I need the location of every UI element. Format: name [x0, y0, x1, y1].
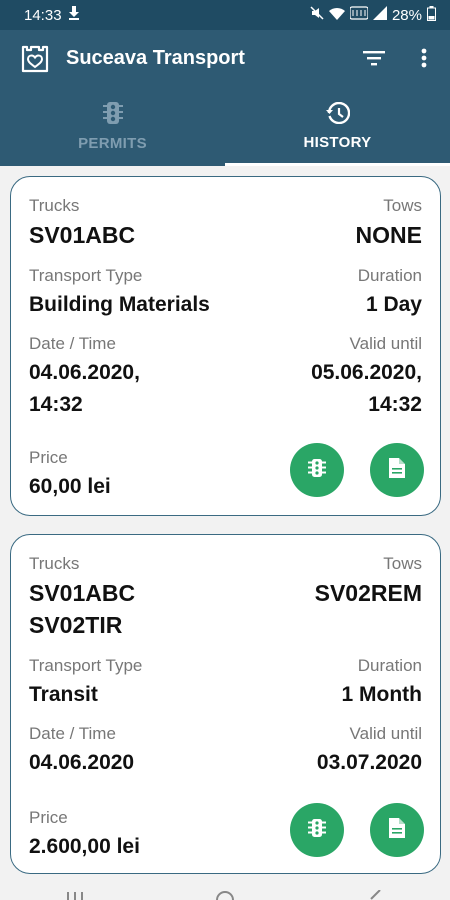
date-time-value-time: 14:32 — [29, 393, 83, 416]
trucks-group: Trucks SV01ABC — [29, 195, 135, 251]
date-time-label: Date / Time — [29, 334, 116, 353]
traffic-light-button[interactable] — [290, 443, 344, 497]
duration-group: Duration 1 Day — [358, 265, 422, 321]
valid-until-group: Valid until 05.06.2020, 14:32 — [311, 333, 422, 421]
permit-card[interactable]: Trucks SV01ABC SV02TIR Tows SV02REM Tran… — [10, 534, 441, 874]
transport-type-value: Building Materials — [29, 293, 210, 316]
date-time-value: 04.06.2020 — [29, 751, 135, 774]
volte-icon — [349, 6, 369, 24]
trucks-value: SV01ABC — [29, 580, 136, 606]
date-time-label: Date / Time — [29, 724, 116, 743]
date-time-value: 04.06.2020, — [29, 361, 140, 384]
valid-until-group: Valid until 03.07.2020 — [317, 723, 422, 779]
card-row-dates: Date / Time 04.06.2020, 14:32 Valid unti… — [29, 333, 422, 421]
duration-label: Duration — [357, 656, 422, 675]
traffic-light-button[interactable] — [290, 803, 344, 857]
status-time: 14:33 — [24, 6, 62, 24]
app-bar: Suceava Transport — [0, 30, 450, 86]
price-group: Price 60,00 lei — [29, 447, 111, 503]
tab-bar: PERMITS HISTORY — [0, 86, 450, 166]
traffic-light-icon — [102, 101, 123, 129]
tows-label: Tows — [383, 554, 422, 573]
trucks-group: Trucks SV01ABC SV02TIR — [29, 553, 135, 641]
permit-card[interactable]: Trucks SV01ABC Tows NONE Transport Type … — [10, 176, 441, 516]
valid-until-label: Valid until — [349, 334, 422, 353]
price-value: 60,00 lei — [29, 475, 111, 498]
traffic-light-icon — [308, 818, 326, 843]
system-nav-bar — [0, 874, 450, 900]
document-icon — [389, 817, 405, 843]
transport-type-value: Transit — [29, 683, 98, 706]
trucks-value: SV01ABC — [29, 222, 136, 248]
duration-group: Duration 1 Month — [342, 655, 422, 711]
battery-icon — [427, 5, 436, 25]
traffic-light-icon — [308, 458, 326, 483]
history-icon — [325, 101, 350, 128]
document-icon — [389, 457, 405, 483]
home-icon[interactable] — [205, 874, 245, 900]
more-vert-icon[interactable] — [404, 38, 444, 78]
date-time-group: Date / Time 04.06.2020 — [29, 723, 134, 779]
card-row-vehicles: Trucks SV01ABC SV02TIR Tows SV02REM — [29, 553, 422, 641]
wifi-icon — [328, 7, 345, 24]
tows-label: Tows — [383, 196, 422, 215]
tows-group: Tows NONE — [356, 195, 422, 251]
tows-group: Tows SV02REM — [315, 553, 422, 641]
back-icon[interactable] — [355, 874, 395, 900]
valid-until-value: 03.07.2020 — [316, 751, 422, 774]
tab-permits-label: PERMITS — [78, 134, 147, 152]
duration-value: 1 Day — [365, 293, 422, 316]
price-group: Price 2.600,00 lei — [29, 807, 140, 863]
date-time-group: Date / Time 04.06.2020, 14:32 — [29, 333, 140, 421]
trucks-value-second: SV02TIR — [29, 612, 123, 638]
tows-value: NONE — [355, 222, 422, 248]
status-bar: 14:33 28% — [0, 0, 450, 30]
card-row-type: Transport Type Transit Duration 1 Month — [29, 655, 422, 711]
card-row-dates: Date / Time 04.06.2020 Valid until 03.07… — [29, 723, 422, 779]
tows-value: SV02REM — [314, 580, 422, 606]
castle-heart-logo-icon — [18, 41, 52, 75]
recents-icon[interactable] — [55, 874, 95, 900]
duration-label: Duration — [357, 266, 422, 285]
price-label: Price — [29, 448, 68, 467]
card-row-vehicles: Trucks SV01ABC Tows NONE — [29, 195, 422, 251]
card-row-type: Transport Type Building Materials Durati… — [29, 265, 422, 321]
card-actions — [290, 443, 424, 497]
duration-value: 1 Month — [341, 683, 422, 706]
tab-permits[interactable]: PERMITS — [0, 86, 225, 166]
battery-percent: 28% — [391, 6, 422, 24]
trucks-label: Trucks — [29, 196, 80, 215]
tab-history-label: HISTORY — [303, 133, 372, 151]
document-button[interactable] — [370, 803, 424, 857]
price-label: Price — [29, 808, 68, 827]
card-actions — [290, 803, 424, 857]
tab-history[interactable]: HISTORY — [225, 86, 450, 166]
history-list[interactable]: Trucks SV01ABC Tows NONE Transport Type … — [0, 166, 450, 874]
app-title: Suceava Transport — [66, 46, 245, 69]
filter-icon[interactable] — [354, 38, 394, 78]
transport-type-group: Transport Type Building Materials — [29, 265, 210, 321]
transport-type-label: Transport Type — [29, 656, 143, 675]
transport-type-group: Transport Type Transit — [29, 655, 142, 711]
transport-type-label: Transport Type — [29, 266, 143, 285]
mute-icon — [310, 6, 324, 24]
valid-until-value-time: 14:32 — [368, 393, 422, 416]
signal-icon — [372, 6, 387, 24]
price-value: 2.600,00 lei — [29, 835, 140, 858]
trucks-label: Trucks — [29, 554, 80, 573]
valid-until-label: Valid until — [349, 724, 422, 743]
download-icon — [68, 6, 80, 24]
document-button[interactable] — [370, 443, 424, 497]
valid-until-value: 05.06.2020, — [311, 361, 422, 384]
